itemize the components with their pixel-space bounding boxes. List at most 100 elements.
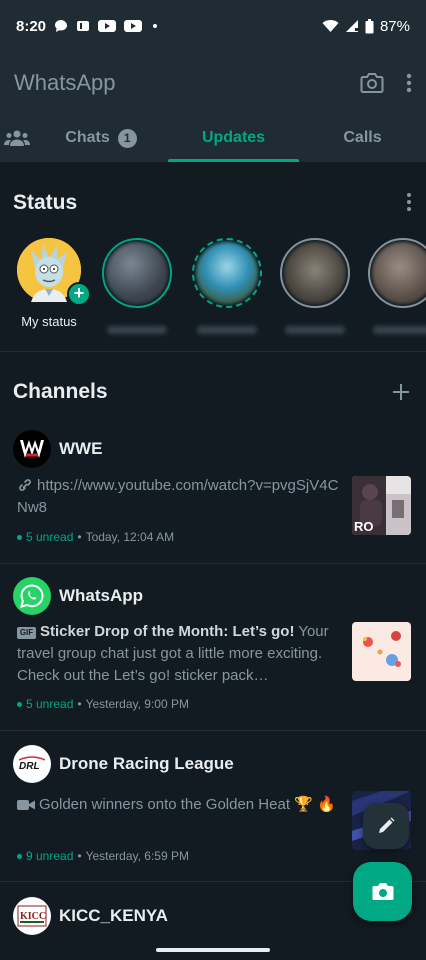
channel-avatar: DRL bbox=[13, 745, 51, 783]
my-status-label: My status bbox=[21, 314, 77, 329]
channel-item-wwe[interactable]: WWE https://www.youtube.com/watch?v=pvgS… bbox=[0, 428, 426, 563]
status-contact-name bbox=[285, 326, 345, 334]
channel-meta: 9 unread • Yesterday, 6:59 PM bbox=[17, 849, 189, 863]
kicc-logo-icon: KICC bbox=[17, 905, 47, 927]
youtube-icon bbox=[124, 19, 143, 33]
channel-avatar bbox=[13, 577, 51, 615]
channel-name: WWE bbox=[59, 439, 103, 458]
channel-divider bbox=[0, 563, 426, 564]
app-bar: WhatsApp bbox=[0, 52, 426, 114]
drl-logo-icon: DRL bbox=[18, 756, 46, 772]
unread-count: 9 unread bbox=[26, 849, 74, 863]
status-item[interactable] bbox=[363, 238, 426, 334]
status-section-title: Status bbox=[13, 191, 78, 214]
section-divider bbox=[0, 351, 426, 352]
home-gesture-bar[interactable] bbox=[156, 948, 270, 952]
message-time: Today, 12:04 AM bbox=[85, 530, 175, 544]
new-text-status-button[interactable] bbox=[363, 803, 409, 849]
status-item[interactable] bbox=[275, 238, 355, 334]
unread-count: 5 unread bbox=[26, 697, 74, 711]
meta-separator: • bbox=[77, 849, 82, 863]
video-icon bbox=[17, 800, 35, 810]
notification-icon bbox=[76, 19, 90, 33]
channel-message-text: https://www.youtube.com/watch?v=pvgSjV4C… bbox=[17, 477, 339, 516]
channel-item-whatsapp[interactable]: WhatsApp GIF Sticker Drop of the Month: L… bbox=[0, 575, 426, 730]
unread-dot bbox=[17, 534, 22, 540]
add-status-button[interactable]: + bbox=[67, 282, 91, 306]
channel-last-message: https://www.youtube.com/watch?v=pvgSjV4C… bbox=[17, 475, 339, 519]
channel-item-drone-racing-league[interactable]: DRL Drone Racing League Golden winners o… bbox=[0, 743, 426, 881]
plus-icon bbox=[393, 384, 409, 400]
add-channel-button[interactable] bbox=[392, 380, 410, 404]
status-thumbnail bbox=[284, 242, 346, 304]
message-time: Yesterday, 9:00 PM bbox=[85, 697, 189, 711]
channel-meta: 5 unread • Today, 12:04 AM bbox=[17, 530, 174, 544]
wifi-icon bbox=[322, 19, 339, 33]
channel-name: WhatsApp bbox=[59, 586, 144, 605]
system-status-bar: 8:20 87% bbox=[0, 0, 426, 52]
status-ring bbox=[192, 238, 262, 308]
channels-section-title: Channels bbox=[13, 380, 108, 403]
link-icon bbox=[19, 479, 31, 491]
system-navigation-bar bbox=[0, 938, 426, 960]
status-item[interactable] bbox=[187, 238, 267, 334]
channel-avatar: KICC bbox=[13, 897, 51, 935]
status-contact-name bbox=[197, 326, 257, 334]
channel-avatar bbox=[13, 430, 51, 468]
my-status-avatar: + bbox=[17, 238, 91, 306]
unread-dot bbox=[17, 701, 22, 707]
camera-icon bbox=[372, 882, 393, 900]
tab-communities[interactable] bbox=[0, 114, 34, 162]
status-more-options-button[interactable] bbox=[406, 192, 412, 217]
battery-level: 87% bbox=[379, 17, 410, 35]
channel-divider bbox=[0, 730, 426, 731]
svg-text:KICC: KICC bbox=[20, 911, 46, 922]
clock: 8:20 bbox=[16, 17, 47, 35]
signal-icon bbox=[345, 19, 359, 33]
tab-calls-label: Calls bbox=[343, 129, 382, 146]
channel-name: KICC_KENYA bbox=[59, 906, 168, 925]
status-list: + My status bbox=[0, 238, 426, 338]
my-status[interactable]: + My status bbox=[9, 238, 91, 329]
tab-updates-label: Updates bbox=[201, 129, 266, 146]
status-item[interactable] bbox=[97, 238, 177, 334]
channel-name: Drone Racing League bbox=[59, 754, 234, 773]
whatsapp-logo-icon bbox=[20, 584, 44, 608]
message-time: Yesterday, 6:59 PM bbox=[85, 849, 189, 863]
more-vertical-icon bbox=[406, 73, 412, 93]
tab-calls[interactable]: Calls bbox=[299, 114, 426, 162]
channel-media-thumbnail[interactable] bbox=[352, 622, 411, 681]
active-tab-indicator bbox=[168, 159, 299, 162]
channel-message-title: Sticker Drop of the Month: Let’s go! bbox=[40, 623, 295, 640]
more-vertical-icon bbox=[407, 193, 411, 211]
communities-icon bbox=[4, 130, 30, 146]
svg-text:RO: RO bbox=[354, 519, 374, 534]
unread-dot bbox=[17, 853, 22, 859]
camera-button[interactable] bbox=[360, 72, 384, 94]
channel-last-message: GIF Sticker Drop of the Month: Let’s go! … bbox=[17, 621, 339, 687]
pencil-icon bbox=[379, 817, 395, 833]
status-thumbnail bbox=[106, 242, 168, 304]
chat-notification-icon bbox=[54, 19, 68, 33]
svg-text:DRL: DRL bbox=[19, 761, 40, 772]
tab-updates[interactable]: Updates bbox=[168, 114, 299, 162]
new-camera-status-button[interactable] bbox=[353, 862, 412, 921]
tab-chats[interactable]: Chats 1 bbox=[34, 114, 168, 162]
channel-media-thumbnail[interactable]: RO bbox=[352, 476, 411, 535]
more-notifications-dot-icon bbox=[150, 21, 160, 31]
status-ring bbox=[280, 238, 350, 308]
battery-icon bbox=[365, 18, 374, 34]
camera-icon bbox=[360, 73, 384, 93]
status-thumbnail bbox=[372, 242, 426, 304]
unread-chats-badge: 1 bbox=[117, 128, 137, 148]
gif-icon: GIF bbox=[17, 627, 36, 639]
channel-meta: 5 unread • Yesterday, 9:00 PM bbox=[17, 697, 189, 711]
status-ring bbox=[102, 238, 172, 308]
channel-message-text: Golden winners onto the Golden Heat 🏆 🔥 bbox=[39, 796, 336, 813]
status-contact-name bbox=[107, 326, 167, 334]
tab-chats-label: Chats bbox=[65, 129, 110, 146]
channel-last-message: Golden winners onto the Golden Heat 🏆 🔥 bbox=[17, 794, 339, 816]
meta-separator: • bbox=[77, 530, 82, 544]
more-options-button[interactable] bbox=[406, 73, 412, 93]
status-thumbnail bbox=[196, 242, 258, 304]
